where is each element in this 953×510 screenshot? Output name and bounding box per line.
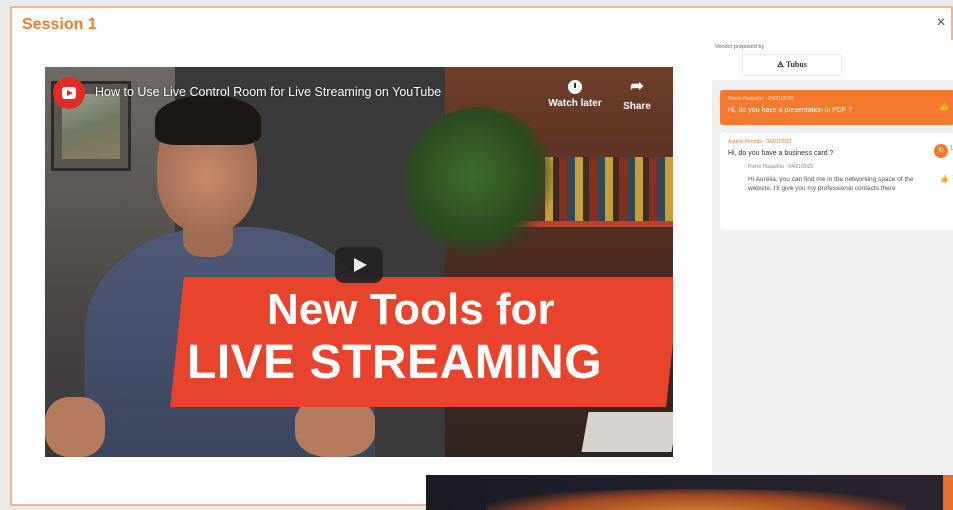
video-glow: [486, 489, 906, 510]
chat-thread: Aurélia Fernida · 04/21/2020 Hi, do you …: [720, 133, 953, 230]
video-presenter-hand-left: [45, 397, 105, 457]
reply-text: Hi Aurélia, you can find me in the netwo…: [748, 176, 914, 192]
video-plant: [405, 107, 555, 257]
sponsor-logo[interactable]: 🜁 Tubus: [742, 54, 842, 76]
watch-later-button[interactable]: Watch later: [545, 77, 605, 109]
reply-icon[interactable]: ↻: [934, 144, 948, 158]
banner-line-2: LIVE STREAMING: [187, 336, 603, 389]
video-player[interactable]: New Tools for LIVE STREAMING How to Use …: [45, 67, 673, 457]
close-icon[interactable]: ×: [933, 14, 949, 32]
video-desk-device: [581, 412, 673, 452]
video-presenter-hair: [155, 95, 261, 145]
banner-line-1: New Tools for: [267, 285, 555, 334]
message-text: Hi, do you have a business card ?: [728, 150, 834, 157]
clock-icon: [568, 80, 582, 94]
video-bookshelf: [545, 157, 673, 221]
youtube-channel-icon[interactable]: [53, 77, 85, 109]
sponsor-label: Vendor proposed by: [715, 44, 765, 50]
chat-message-own: Pierre Paquelon · 04/21/2020 Hi, do you …: [720, 90, 953, 125]
video-title-link[interactable]: How to Use Live Control Room for Live St…: [95, 85, 441, 99]
modal-title: Session 1: [22, 16, 97, 33]
overlapping-video-window[interactable]: [426, 475, 953, 510]
watch-later-label: Watch later: [548, 98, 602, 109]
reply-meta: Pierre Paquelon · 04/21/2020: [748, 164, 814, 170]
share-icon: ➦: [630, 78, 644, 95]
share-label: Share: [623, 101, 651, 112]
message-text: Hi, do you have a presentation in PDF ?: [728, 107, 853, 114]
share-button[interactable]: ➦ Share: [607, 77, 667, 112]
window-edge: [943, 475, 953, 510]
thumbs-up-icon[interactable]: 👍: [940, 175, 949, 183]
thumbs-up-icon[interactable]: 👍: [939, 102, 949, 111]
sponsor-area: Vendor proposed by 🜁 Tubus: [712, 40, 953, 80]
message-meta: Aurélia Fernida · 04/21/2020: [728, 139, 792, 145]
chat-panel: Vendor proposed by 🜁 Tubus Pierre Paquel…: [712, 40, 953, 480]
session-modal: Session 1 × New Tools for LIVE STREAMING…: [10, 6, 953, 506]
play-button[interactable]: [335, 247, 383, 283]
message-meta: Pierre Paquelon · 04/21/2020: [728, 96, 794, 102]
